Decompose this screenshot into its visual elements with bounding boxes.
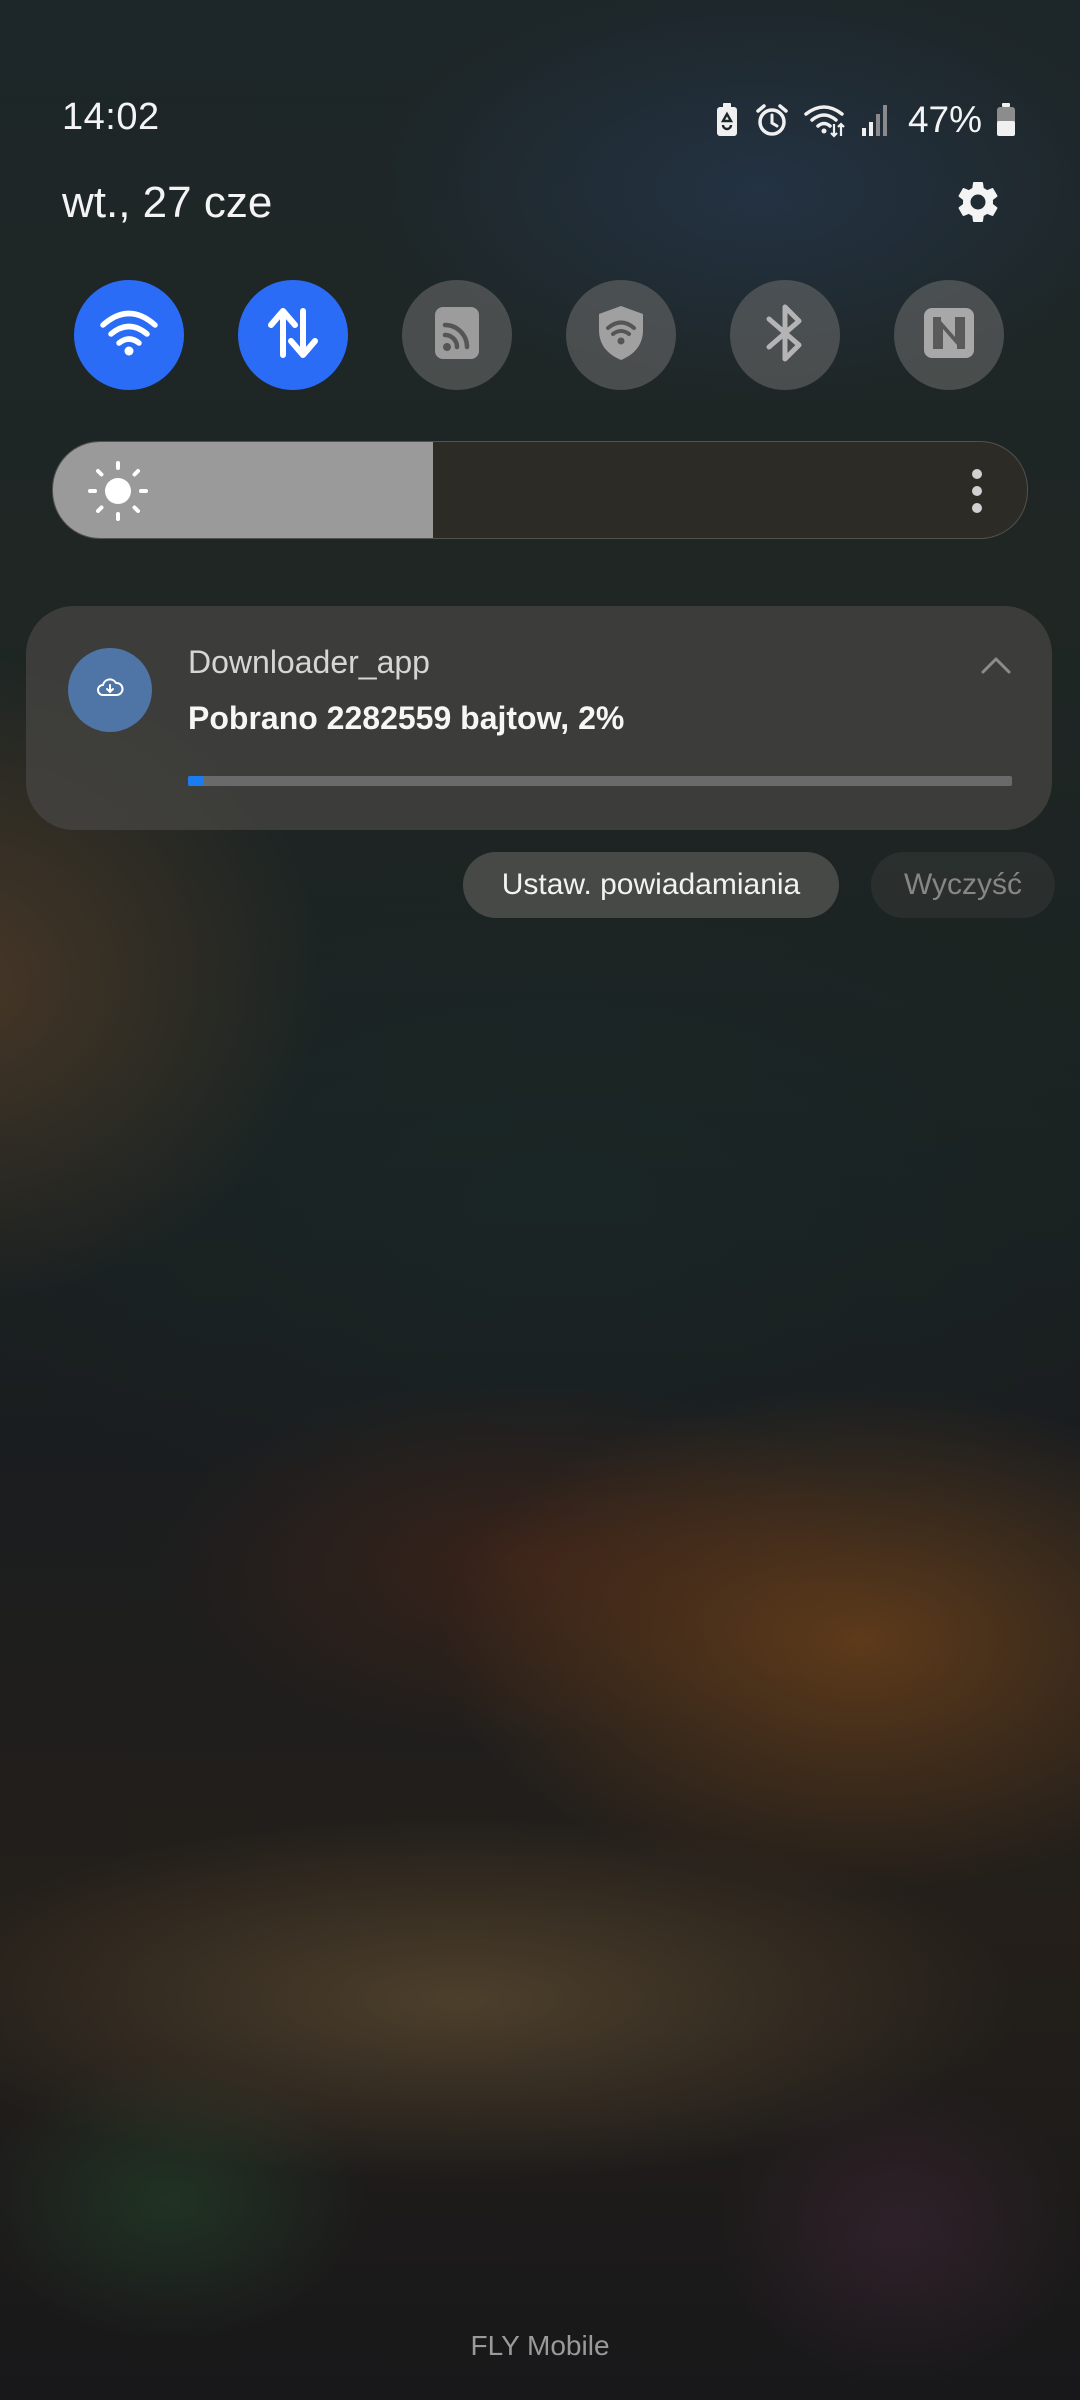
quick-tiles bbox=[74, 280, 1004, 390]
battery-saver-icon bbox=[714, 102, 740, 138]
rss-icon bbox=[433, 305, 481, 366]
battery-percent: 47% bbox=[907, 99, 982, 140]
status-icons: 47% bbox=[714, 96, 1016, 144]
secure-wifi-tile[interactable] bbox=[566, 280, 676, 390]
download-notification[interactable]: Downloader_app Pobrano 2282559 bajtow, 2… bbox=[26, 606, 1052, 830]
app-name: Downloader_app bbox=[188, 644, 430, 680]
bluetooth-tile[interactable] bbox=[730, 280, 840, 390]
app-icon bbox=[68, 648, 152, 732]
nfc-tile[interactable] bbox=[894, 280, 1004, 390]
wifi-icon bbox=[99, 308, 159, 363]
clear-button[interactable]: Wyczyść bbox=[871, 852, 1055, 918]
sun-icon bbox=[87, 460, 149, 527]
chevron-up-icon bbox=[978, 657, 1014, 688]
wifi-data-icon bbox=[804, 102, 846, 138]
battery-icon bbox=[996, 103, 1016, 137]
nfc-icon bbox=[921, 305, 977, 366]
notification-settings-button[interactable]: Ustaw. powiadamiania bbox=[463, 852, 839, 918]
data-arrows-icon bbox=[263, 303, 323, 368]
alarm-icon bbox=[754, 102, 790, 138]
more-options-icon[interactable] bbox=[967, 468, 987, 514]
wifi-tile[interactable] bbox=[74, 280, 184, 390]
bluetooth-icon bbox=[763, 301, 807, 370]
date-label: wt., 27 cze bbox=[62, 178, 273, 227]
shield-wifi-icon bbox=[595, 304, 647, 367]
rss-tile[interactable] bbox=[402, 280, 512, 390]
mobile-data-tile[interactable] bbox=[238, 280, 348, 390]
collapse-button[interactable] bbox=[978, 648, 1014, 684]
cloud-download-icon bbox=[96, 677, 124, 704]
download-progress-bar bbox=[188, 776, 1012, 786]
notification-text: Pobrano 2282559 bajtow, 2% bbox=[188, 700, 625, 736]
download-progress-fill bbox=[188, 776, 205, 786]
cell-signal-icon bbox=[860, 102, 890, 138]
carrier-label: FLY Mobile bbox=[470, 2330, 610, 2361]
gear-icon bbox=[953, 177, 1003, 232]
settings-button[interactable] bbox=[950, 176, 1006, 232]
status-time: 14:02 bbox=[62, 96, 160, 138]
brightness-slider[interactable] bbox=[52, 441, 1028, 539]
